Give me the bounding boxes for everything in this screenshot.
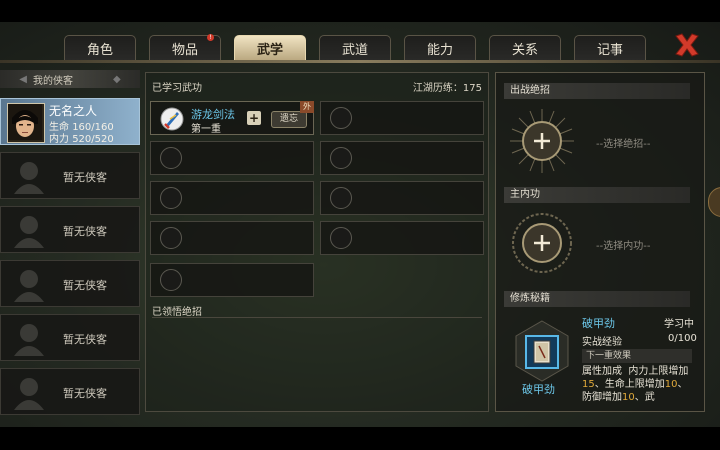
main-inner-skill-header: 主内功 [504,187,690,203]
forget-button[interactable]: 遗忘 [271,111,307,128]
tab-martial-way[interactable]: 武道 [319,35,391,61]
side-handle[interactable] [708,187,720,217]
skill-level: 第一重 [191,124,221,135]
manual-icon-label: 破甲劲 [522,383,555,396]
divider [152,317,482,318]
mp-label: 内力 [49,134,69,145]
skill-slot-empty[interactable] [150,181,314,215]
tab-divider [0,60,720,63]
empty-hero-silhouette-icon [14,270,44,302]
avatar [7,103,45,143]
desc-text: 、生命上限增加 [594,379,665,390]
diamond-icon: ◆ [113,73,121,85]
empty-slot-label: 暂无侠客 [63,333,107,346]
skill-slot-empty[interactable] [320,181,484,215]
empty-slot-circle-icon [160,269,182,291]
skill-slot-empty[interactable] [150,263,314,297]
empty-slot-label: 暂无侠客 [63,279,107,292]
next-level-effect: 下一重效果 [582,349,692,363]
tab-label: 记事 [596,43,623,58]
desc-value: 15 [582,379,595,390]
tab-label: 物品 [171,43,198,58]
tab-label: 武道 [341,43,368,58]
desc-text: 、武 [634,392,655,403]
tab-label: 武学 [256,43,283,58]
jianghu-experience: 江湖历练：175 [412,83,482,94]
skill-slot-empty[interactable] [320,101,484,135]
empty-slot-label: 暂无侠客 [63,387,107,400]
tab-label: 关系 [511,43,538,58]
training-manual-header: 修炼秘籍 [504,291,690,307]
combat-exp-value: 0/100 [668,333,697,344]
tab-abilities[interactable]: 能力 [404,35,476,61]
skill-slot-empty[interactable] [150,141,314,175]
empty-slot-label: 暂无侠客 [63,225,107,238]
notification-badge: ! [207,34,214,41]
equip-panel: 出战绝招 --选择绝招-- 主内功 --选择内功-- 修炼秘籍 破甲劲 破甲劲 … [495,72,705,412]
select-move-hint: --选择绝招-- [596,139,651,150]
mp-value: 520/520 [72,134,114,145]
skill-slot-empty[interactable] [320,221,484,255]
tab-relations[interactable]: 关系 [489,35,561,61]
realized-moves-title: 已领悟绝招 [152,307,202,318]
learned-skills-title: 已学习武功 [152,83,202,94]
empty-slot-label: 暂无侠客 [63,171,107,184]
hero-card-empty[interactable]: 暂无侠客 [0,314,140,361]
book-icon [533,340,551,364]
skill-slot-empty[interactable] [150,221,314,255]
hero-card-empty[interactable]: 暂无侠客 [0,206,140,253]
desc-prefix: 属性加成 [582,366,622,377]
external-tag-badge: 外 [300,101,314,113]
hero-card-selected[interactable]: 无名之人 生命 160/160 内力 520/520 [0,98,140,145]
my-heroes-header: ◀ 我的侠客 ◆ [0,70,140,88]
empty-slot-circle-icon [330,147,352,169]
hero-card-empty[interactable]: 暂无侠客 [0,368,140,415]
empty-hero-silhouette-icon [14,378,44,410]
tab-martial-arts[interactable]: 武学 [234,35,306,61]
desc-value: 10 [622,392,635,403]
empty-slot-circle-icon [160,147,182,169]
game-screen: 角色 物品! 武学 武道 能力 关系 记事 ◀ 我的侠客 ◆ 无名之人 生命 1… [0,22,720,427]
plus-icon[interactable]: + [247,111,261,125]
manual-slot[interactable] [525,335,559,369]
tab-character[interactable]: 角色 [64,35,136,61]
empty-slot-circle-icon [330,187,352,209]
tab-label: 能力 [426,43,453,58]
skill-slot-filled[interactable]: 游龙剑法 第一重 + 遗忘 外 [150,101,314,135]
empty-slot-circle-icon [330,107,352,129]
sword-skill-icon [160,107,184,131]
tab-items[interactable]: 物品! [149,34,221,61]
empty-slot-circle-icon [160,187,182,209]
skill-slot-empty[interactable] [320,141,484,175]
desc-value: 10 [664,379,678,390]
learned-skills-panel: 已学习武功 江湖历练：175 游龙剑法 第一重 + 遗忘 外 已领悟绝招 [145,72,489,412]
empty-hero-silhouette-icon [14,324,44,356]
hero-card-empty[interactable]: 暂无侠客 [0,152,140,199]
learning-status: 学习中 [664,319,694,330]
combat-exp-label: 实战经验 [582,337,622,348]
tab-journal[interactable]: 记事 [574,35,646,61]
manual-name: 破甲劲 [582,317,615,330]
close-icon[interactable] [672,30,702,60]
hero-card-empty[interactable]: 暂无侠客 [0,260,140,307]
hero-portrait-icon [8,104,42,140]
empty-hero-silhouette-icon [14,216,44,248]
empty-slot-circle-icon [330,227,352,249]
desc-text: 内力上限增加 [628,366,689,377]
add-inner-skill-button[interactable] [510,211,574,275]
empty-slot-circle-icon [160,227,182,249]
my-heroes-label: 我的侠客 [33,75,73,87]
effect-description: 属性加成 内力上限增加15、生命上限增加10、防御增加10、武 [582,365,694,403]
add-battle-move-button[interactable] [510,109,574,173]
left-arrow-icon: ◀ [19,73,27,85]
select-inner-skill-hint: --选择内功-- [596,241,651,252]
hero-name: 无名之人 [49,104,98,118]
hero-mp: 内力 520/520 [49,130,114,145]
empty-hero-silhouette-icon [14,162,44,194]
battle-move-header: 出战绝招 [504,83,690,99]
tab-label: 角色 [86,43,113,58]
